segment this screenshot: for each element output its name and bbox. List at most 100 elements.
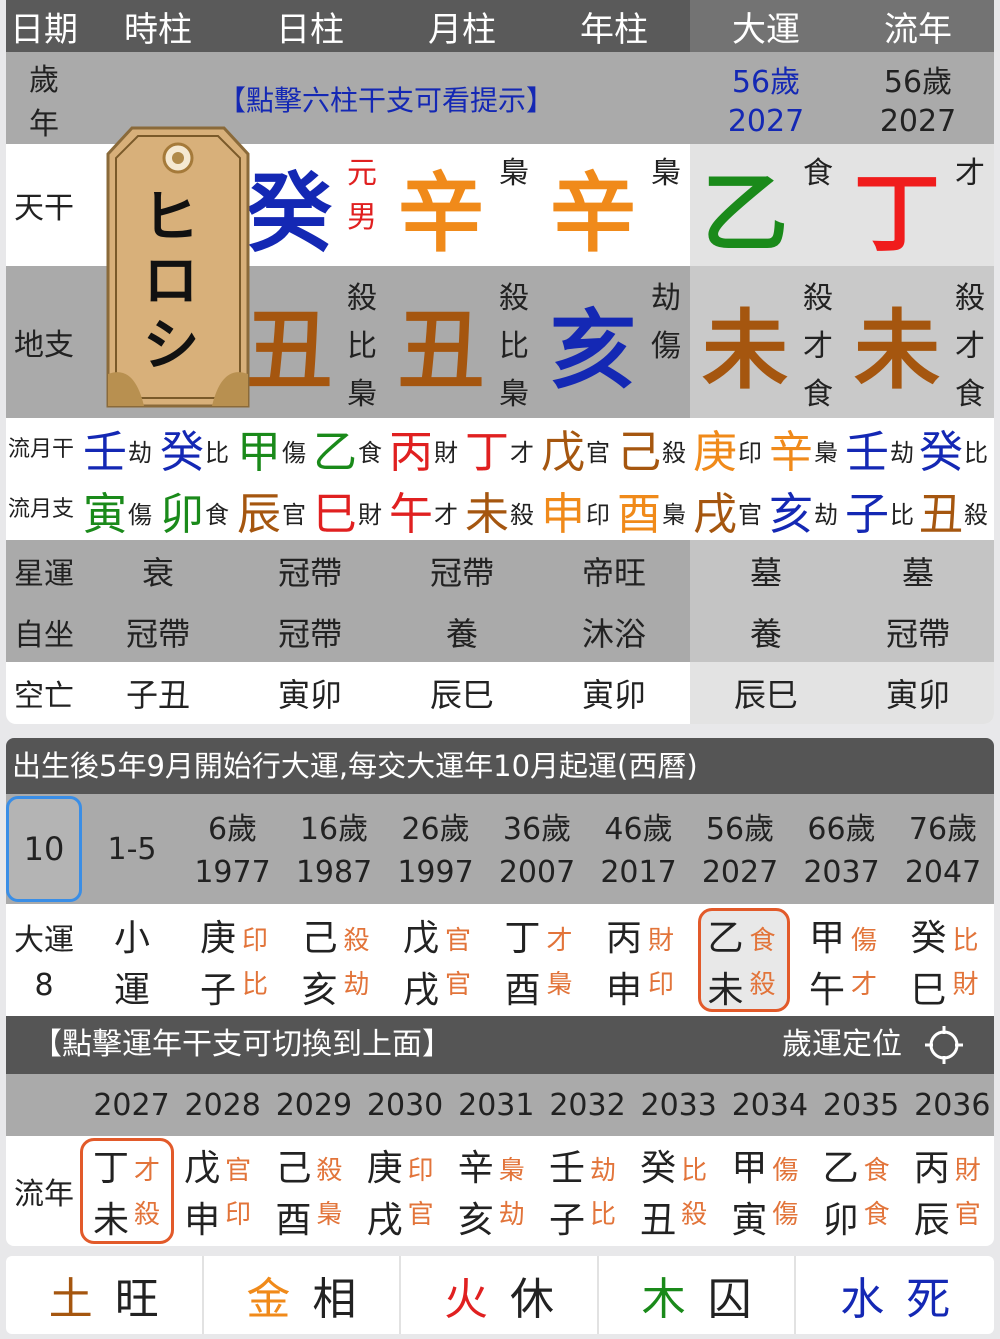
liuyue-zhi-char[interactable]: 寅	[82, 482, 128, 540]
dayun-zhi[interactable]: 酉	[501, 962, 545, 1012]
liuyue-zhi-char[interactable]: 未	[464, 482, 510, 540]
dayun-gan[interactable]: 甲	[805, 910, 849, 960]
dayun-count-selector[interactable]: 10	[6, 796, 82, 902]
liuyue-zhi-char[interactable]: 卯	[159, 482, 205, 540]
xiao-yun-top[interactable]: 小	[102, 910, 162, 960]
liunian-zhi[interactable]: 卯	[820, 1192, 862, 1242]
tiangan-char[interactable]: 辛	[538, 144, 648, 266]
liunian-zhi[interactable]: 子	[546, 1192, 588, 1242]
tiangan-char[interactable]: 乙	[690, 144, 800, 266]
liuyue-zhi-char[interactable]: 戌	[692, 482, 738, 540]
liuyue-zhi-char[interactable]: 辰	[236, 482, 282, 540]
dayun-gan[interactable]: 丙	[602, 910, 646, 960]
name-tag[interactable]: ヒロシ	[104, 124, 252, 410]
liunian-zhi[interactable]: 丑	[637, 1192, 679, 1242]
liunian-gan[interactable]: 甲	[728, 1140, 770, 1190]
dayun-zhi[interactable]: 午	[805, 962, 849, 1012]
liuyue-zhi-char[interactable]: 子	[844, 482, 890, 540]
liunian-year[interactable]: 2028	[177, 1074, 268, 1136]
dayun-age[interactable]: 36歲	[487, 804, 588, 848]
liuyue-gan-char[interactable]: 丙	[388, 420, 434, 478]
dayun-year[interactable]: 2017	[588, 850, 689, 894]
dayun-year[interactable]: 1997	[385, 850, 486, 894]
liuyue-zhi-char[interactable]: 丑	[918, 482, 964, 540]
liunian-zhi[interactable]: 未	[90, 1192, 132, 1242]
xiao-yun-bottom[interactable]: 運	[102, 962, 162, 1012]
dayun-year[interactable]: 2007	[487, 850, 588, 894]
dayun-year[interactable]: 1977	[182, 850, 283, 894]
liunian-gan[interactable]: 乙	[820, 1140, 862, 1190]
liunian-zhi[interactable]: 酉	[272, 1192, 314, 1242]
crosshair-icon[interactable]	[924, 1025, 964, 1065]
liuyue-gan-char[interactable]: 庚	[692, 420, 738, 478]
dayun-gan[interactable]: 戊	[399, 910, 443, 960]
liunian-year[interactable]: 2029	[268, 1074, 359, 1136]
dayun-age[interactable]: 16歲	[284, 804, 385, 848]
pillar-hint[interactable]: 【點擊六柱干支可看提示】	[196, 74, 576, 124]
liuyue-gan-char[interactable]: 丁	[464, 420, 510, 478]
liuyue-zhi-char[interactable]: 巳	[312, 482, 358, 540]
liunian-zhi[interactable]: 戌	[364, 1192, 406, 1242]
liunian-year[interactable]: 2031	[451, 1074, 542, 1136]
liuyue-gan-char[interactable]: 己	[616, 420, 662, 478]
dizhi-char[interactable]: 未	[842, 266, 952, 418]
liunian-gan[interactable]: 癸	[637, 1140, 679, 1190]
liuyue-zhi-char[interactable]: 酉	[616, 482, 662, 540]
liuyue-gan-char[interactable]: 戊	[540, 420, 586, 478]
locate-button[interactable]: 歲運定位	[782, 1016, 902, 1074]
liuyue-gan-char[interactable]: 甲	[236, 420, 282, 478]
liuyue-zhi-char[interactable]: 午	[388, 482, 434, 540]
dayun-gan[interactable]: 丁	[501, 910, 545, 960]
liuyue-gan-char[interactable]: 壬	[844, 420, 890, 478]
liuyue-gan-char[interactable]: 壬	[82, 420, 128, 478]
liunian-gan[interactable]: 丁	[90, 1140, 132, 1190]
dayun-zhi[interactable]: 戌	[399, 962, 443, 1012]
tiangan-char[interactable]: 丁	[842, 144, 952, 266]
liunian-zhi[interactable]: 辰	[911, 1192, 953, 1242]
liuyue-gan-char[interactable]: 辛	[768, 420, 814, 478]
liuyue-zhi-char[interactable]: 申	[540, 482, 586, 540]
liunian-year[interactable]: 2027	[86, 1074, 177, 1136]
liuyue-gan-char[interactable]: 乙	[312, 420, 358, 478]
dayun-year[interactable]: 2047	[893, 850, 994, 894]
liunian-zhi[interactable]: 亥	[455, 1192, 497, 1242]
dayun-age[interactable]: 76歲	[893, 804, 994, 848]
dayun-gan[interactable]: 己	[298, 910, 342, 960]
dizhi-char[interactable]: 亥	[538, 266, 648, 418]
dayun-gan[interactable]: 庚	[196, 910, 240, 960]
dizhi-char[interactable]: 丑	[386, 266, 496, 418]
liunian-gan[interactable]: 己	[272, 1140, 314, 1190]
dayun-year[interactable]: 2037	[791, 850, 892, 894]
dayun-zhi[interactable]: 巳	[907, 962, 951, 1012]
dayun-zhi[interactable]: 子	[196, 962, 240, 1012]
dayun-zhi[interactable]: 申	[602, 962, 646, 1012]
liunian-gan[interactable]: 庚	[364, 1140, 406, 1190]
dizhi-char[interactable]: 未	[690, 266, 800, 418]
dayun-gan[interactable]: 乙	[704, 910, 748, 960]
liuyue-gan-char[interactable]: 癸	[159, 420, 205, 478]
liunian-zhi[interactable]: 寅	[728, 1192, 770, 1242]
dayun-zhi[interactable]: 未	[704, 962, 748, 1012]
liuyue-gan-char[interactable]: 癸	[918, 420, 964, 478]
liunian-year[interactable]: 2030	[360, 1074, 451, 1136]
liunian-zhi[interactable]: 申	[181, 1192, 223, 1242]
liunian-gan[interactable]: 戊	[181, 1140, 223, 1190]
tiangan-char[interactable]: 辛	[386, 144, 496, 266]
dayun-age[interactable]: 66歲	[791, 804, 892, 848]
liuyue-zhi-char[interactable]: 亥	[768, 482, 814, 540]
dayun-age[interactable]: 6歲	[182, 804, 283, 848]
liunian-year[interactable]: 2032	[542, 1074, 633, 1136]
dayun-year[interactable]: 2027	[690, 850, 791, 894]
liunian-gan[interactable]: 辛	[455, 1140, 497, 1190]
dayun-year[interactable]: 1987	[284, 850, 385, 894]
liunian-year[interactable]: 2035	[816, 1074, 907, 1136]
dayun-age[interactable]: 26歲	[385, 804, 486, 848]
liunian-year[interactable]: 2033	[633, 1074, 724, 1136]
dayun-age[interactable]: 56歲	[690, 804, 791, 848]
dayun-gan[interactable]: 癸	[907, 910, 951, 960]
liunian-gan[interactable]: 丙	[911, 1140, 953, 1190]
dayun-zhi[interactable]: 亥	[298, 962, 342, 1012]
liunian-year[interactable]: 2036	[907, 1074, 998, 1136]
dayun-age[interactable]: 46歲	[588, 804, 689, 848]
liunian-gan[interactable]: 壬	[546, 1140, 588, 1190]
